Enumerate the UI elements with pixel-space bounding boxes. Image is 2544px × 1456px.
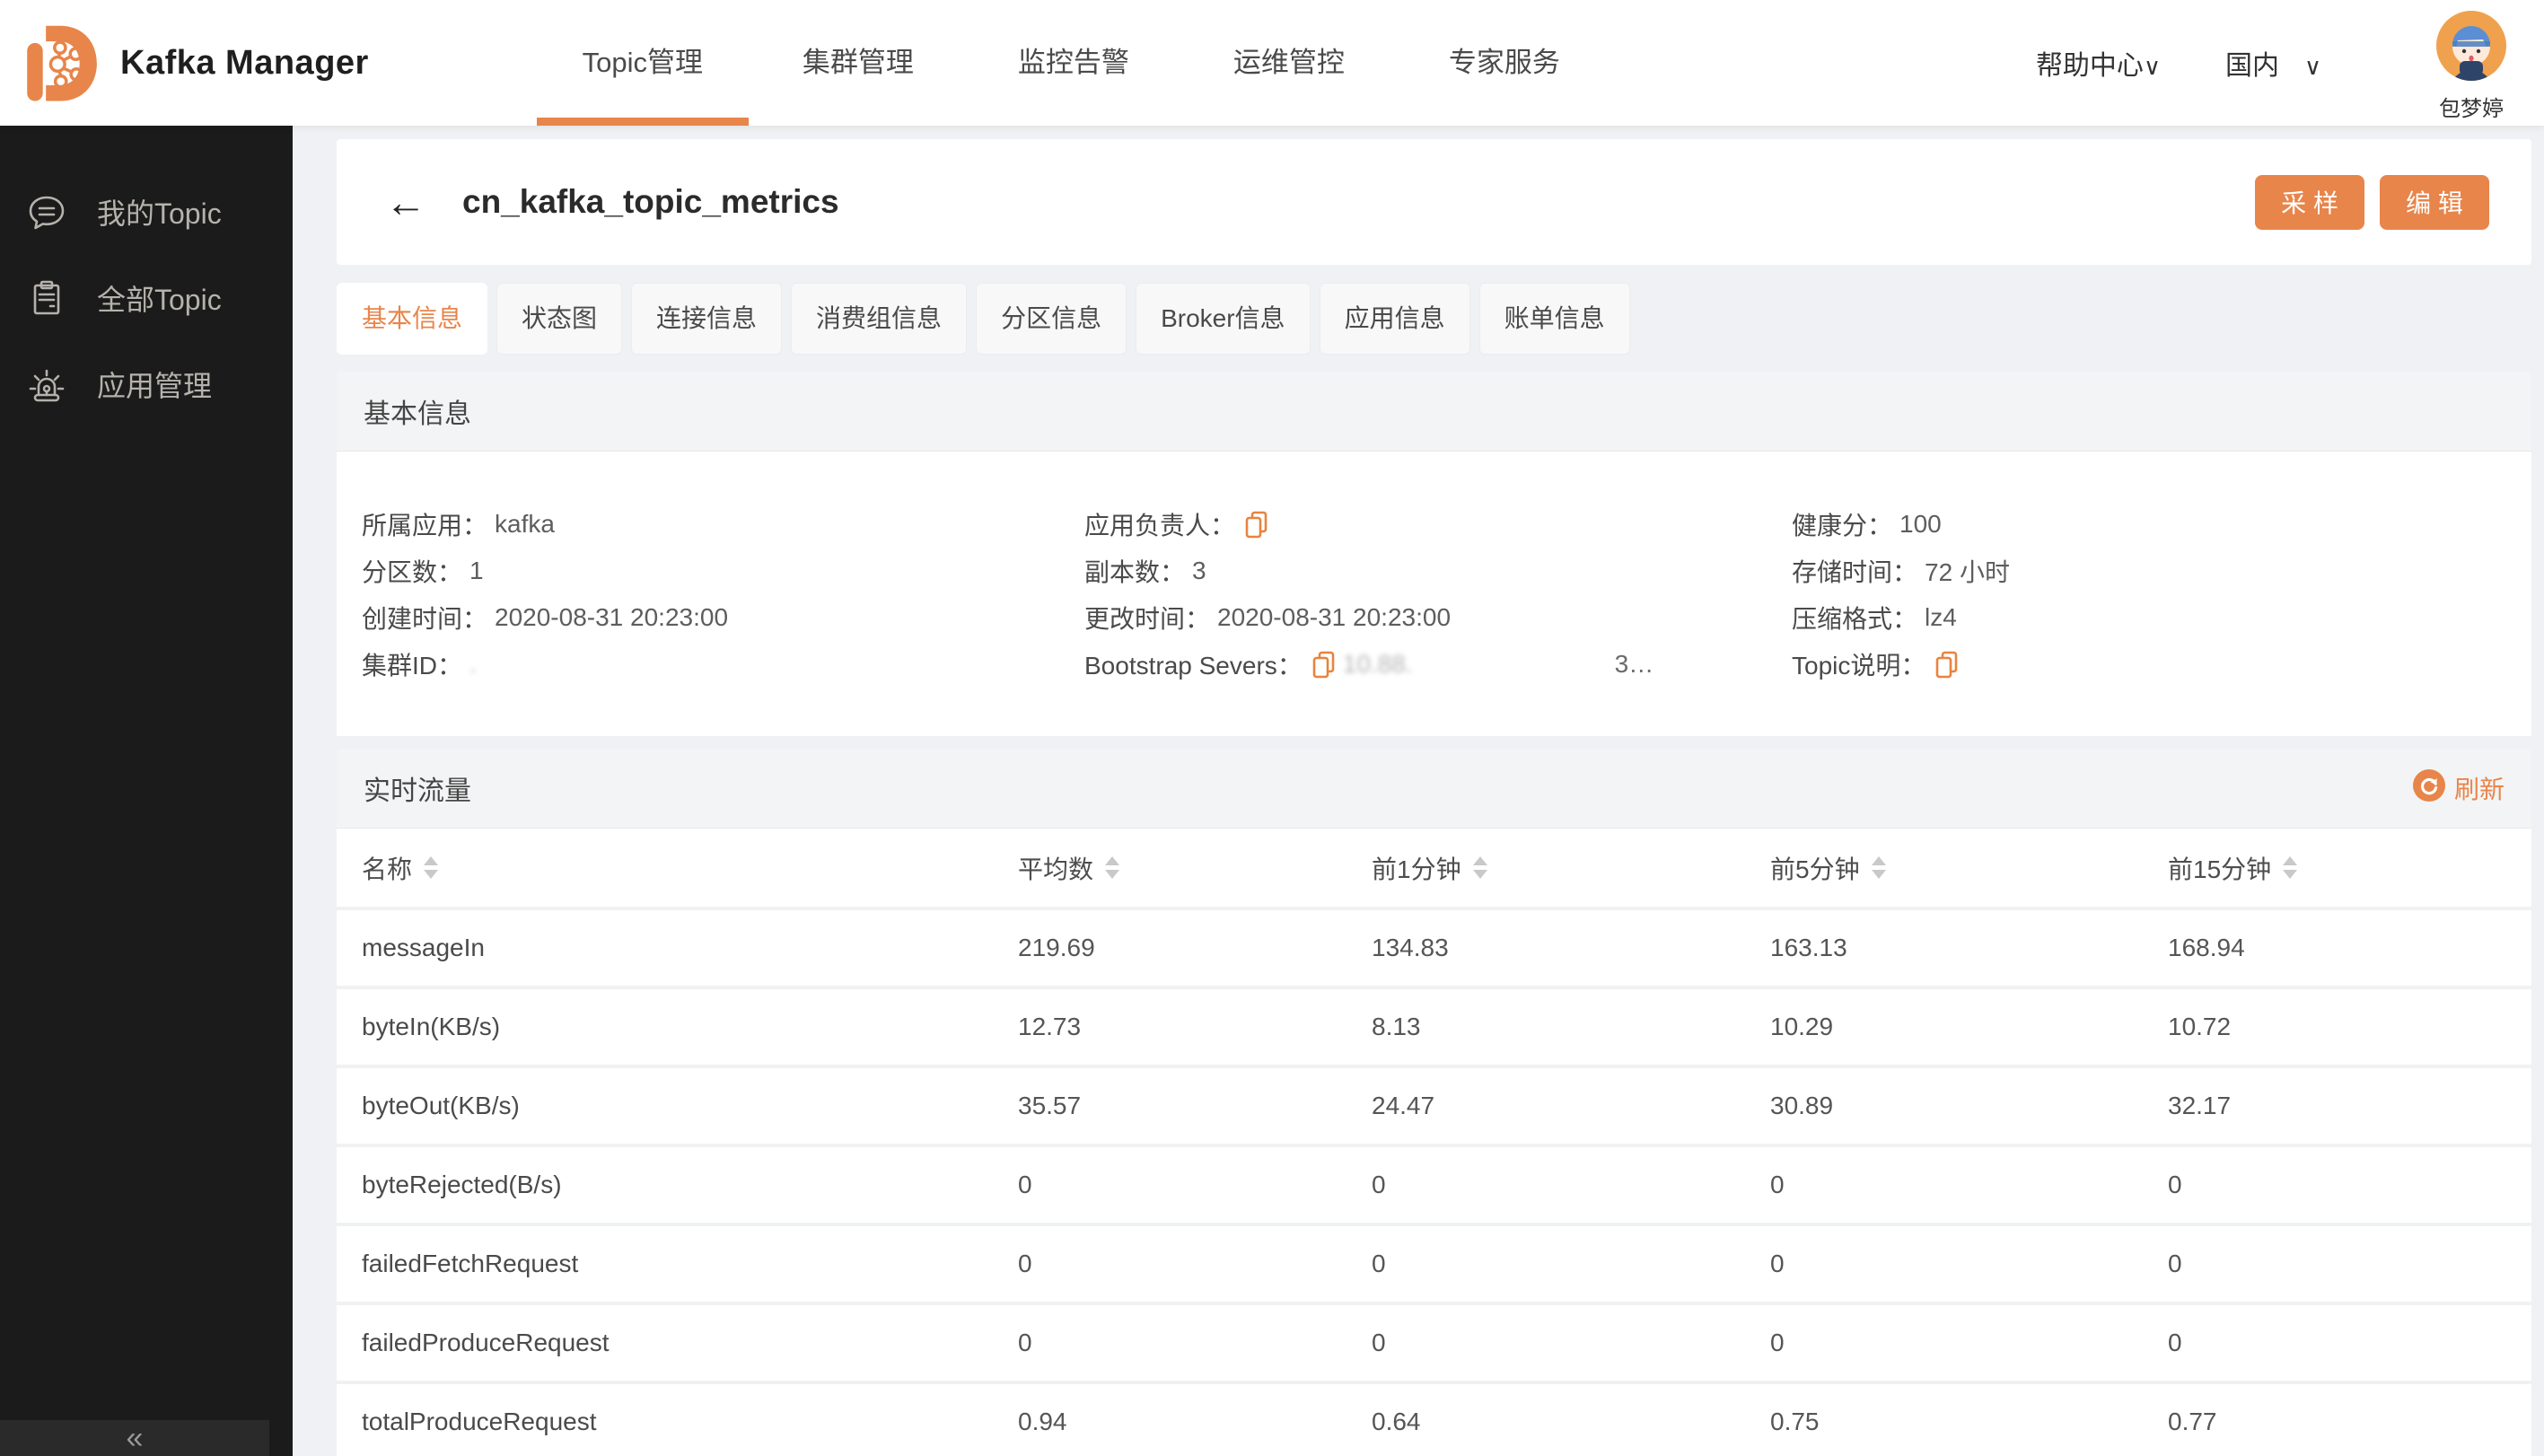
field-owner-app: 所属应用： kafka — [362, 510, 555, 539]
sidebar-items: 我的Topic 全部Topic 应用管理 — [0, 126, 293, 427]
refresh-button[interactable]: 刷新 — [2412, 768, 2505, 808]
help-center-dropdown[interactable]: 帮助中心∨ — [2036, 43, 2161, 83]
page-title: cn_kafka_topic_metrics — [462, 183, 839, 220]
nav-item-monitor[interactable]: 监控告警 — [966, 0, 1181, 126]
region-label: 国内 — [2224, 51, 2279, 81]
field-cluster-id: 集群ID： . — [362, 650, 477, 680]
field-partition-count: 分区数： 1 — [362, 557, 484, 586]
chevron-down-icon: ∨ — [2143, 53, 2161, 80]
table-row: failedFetchRequest 0 0 0 0 — [337, 1223, 2531, 1302]
basic-info-section: 基本信息 所属应用： kafka 应用负责人： 健康分： 100 分区数： 1 … — [337, 372, 2531, 736]
tab-broker-info[interactable]: Broker信息 — [1136, 283, 1311, 355]
refresh-label: 刷新 — [2453, 776, 2505, 803]
traffic-table: 名称 平均数 前1分钟 前5分钟 前15分钟 messageIn 219.69 … — [337, 829, 2531, 1456]
sidebar-item-all-topic[interactable]: 全部Topic — [0, 255, 293, 341]
sort-icon[interactable] — [1472, 856, 1487, 879]
table-row: failedProduceRequest 0 0 0 0 — [337, 1302, 2531, 1381]
field-modify-time: 更改时间： 2020-08-31 20:23:00 — [1084, 603, 1452, 633]
tab-app-info[interactable]: 应用信息 — [1319, 283, 1470, 355]
avatar[interactable] — [2436, 11, 2506, 85]
sample-button[interactable]: 采 样 — [2255, 174, 2364, 230]
title-actions: 采 样 编 辑 — [2255, 174, 2489, 230]
collapse-icon: « — [126, 1421, 144, 1455]
traffic-section: 实时流量 刷新 名称 平均数 前1分钟 前5分钟 前15分钟 messageIn… — [337, 749, 2531, 1456]
basic-info-header: 基本信息 — [337, 372, 2531, 452]
sidebar-item-label: 全部Topic — [97, 284, 222, 316]
column-header-name[interactable]: 名称 — [362, 850, 1018, 886]
sort-icon[interactable] — [2283, 856, 2298, 879]
traffic-title: 实时流量 — [364, 776, 471, 806]
copy-icon[interactable] — [1244, 511, 1268, 539]
traffic-table-header: 名称 平均数 前1分钟 前5分钟 前15分钟 — [337, 829, 2531, 907]
field-replica-count: 副本数： 3 — [1084, 557, 1206, 586]
kafka-manager-page: { "colors": { "accent": "#e8854a", "side… — [0, 0, 2544, 1456]
primary-nav: Topic管理 集群管理 监控告警 运维管控 专家服务 — [535, 0, 1612, 126]
field-topic-description: Topic说明： — [1792, 647, 2506, 681]
help-center-label: 帮助中心 — [2035, 51, 2144, 81]
table-row: messageIn 219.69 134.83 163.13 168.94 — [337, 907, 2531, 986]
sidebar-collapse-button[interactable]: « — [0, 1420, 269, 1456]
nav-item-ops[interactable]: 运维管控 — [1181, 0, 1397, 126]
nav-item-cluster[interactable]: 集群管理 — [750, 0, 966, 126]
field-health-score: 健康分： 100 — [1792, 510, 1942, 539]
sidebar: 我的Topic 全部Topic 应用管理 « — [0, 126, 293, 1456]
sidebar-item-app-manage[interactable]: 应用管理 — [0, 341, 293, 427]
main-content: ← cn_kafka_topic_metrics 采 样 编 辑 基本信息 状态… — [337, 139, 2531, 1456]
sort-icon[interactable] — [424, 856, 439, 879]
chevron-down-icon: ∨ — [2303, 53, 2321, 80]
field-compression: 压缩格式： lz4 — [1792, 603, 1957, 633]
table-row: byteRejected(B/s) 0 0 0 0 — [337, 1144, 2531, 1223]
detail-tabs: 基本信息 状态图 连接信息 消费组信息 分区信息 Broker信息 应用信息 账… — [337, 283, 2531, 355]
top-bar-right: 帮助中心∨ 国内 ∨ 包梦婷 — [2036, 4, 2544, 122]
region-dropdown[interactable]: 国内 ∨ — [2225, 43, 2321, 83]
column-header-last-5min[interactable]: 前5分钟 — [1770, 850, 2168, 886]
chat-icon — [27, 192, 66, 232]
table-row: totalProduceRequest 0.94 0.64 0.75 0.77 — [337, 1381, 2531, 1456]
sidebar-item-label: 应用管理 — [97, 370, 213, 402]
top-bar: Kafka Manager Topic管理 集群管理 监控告警 运维管控 专家服… — [0, 0, 2544, 126]
clipboard-icon — [27, 278, 66, 318]
sidebar-item-label: 我的Topic — [97, 197, 222, 230]
basic-info-body: 所属应用： kafka 应用负责人： 健康分： 100 分区数： 1 副本数： … — [337, 452, 2531, 736]
title-card: ← cn_kafka_topic_metrics 采 样 编 辑 — [337, 139, 2531, 265]
app-title: Kafka Manager — [120, 43, 369, 82]
back-button[interactable]: ← — [385, 181, 426, 223]
refresh-icon — [2412, 768, 2445, 808]
sidebar-item-my-topic[interactable]: 我的Topic — [0, 169, 293, 255]
app-logo-icon — [16, 14, 102, 112]
tab-partition-info[interactable]: 分区信息 — [976, 283, 1127, 355]
sort-icon[interactable] — [1105, 856, 1120, 879]
column-header-last-15min[interactable]: 前15分钟 — [2168, 850, 2531, 886]
user-menu[interactable]: 包梦婷 — [2436, 4, 2506, 122]
copy-icon[interactable] — [1311, 651, 1336, 679]
user-name: 包梦婷 — [2439, 97, 2504, 121]
copy-icon[interactable] — [1934, 651, 1959, 679]
siren-icon — [27, 364, 66, 404]
tab-bill-info[interactable]: 账单信息 — [1478, 283, 1630, 355]
table-row: byteOut(KB/s) 35.57 24.47 30.89 32.17 — [337, 1065, 2531, 1144]
field-app-principal: 应用负责人： — [1084, 507, 1792, 541]
nav-item-topic[interactable]: Topic管理 — [535, 0, 750, 126]
nav-item-expert[interactable]: 专家服务 — [1397, 0, 1612, 126]
field-retention-time: 存储时间： 72 小时 — [1792, 558, 2010, 586]
basic-info-title: 基本信息 — [364, 399, 471, 429]
field-create-time: 创建时间： 2020-08-31 20:23:00 — [362, 603, 729, 633]
column-header-last-1min[interactable]: 前1分钟 — [1372, 850, 1770, 886]
column-header-average[interactable]: 平均数 — [1018, 850, 1372, 886]
edit-button[interactable]: 编 辑 — [2380, 174, 2489, 230]
tab-status-chart[interactable]: 状态图 — [496, 283, 623, 355]
table-row: byteIn(KB/s) 12.73 8.13 10.29 10.72 — [337, 986, 2531, 1065]
traffic-header: 实时流量 刷新 — [337, 749, 2531, 829]
tab-connection-info[interactable]: 连接信息 — [631, 283, 783, 355]
tab-consumer-group-info[interactable]: 消费组信息 — [791, 283, 968, 355]
tab-basic-info[interactable]: 基本信息 — [337, 283, 488, 355]
field-bootstrap-servers: Bootstrap Severs： 10.88. 3… — [1084, 650, 1654, 680]
sort-icon[interactable] — [1871, 856, 1886, 879]
